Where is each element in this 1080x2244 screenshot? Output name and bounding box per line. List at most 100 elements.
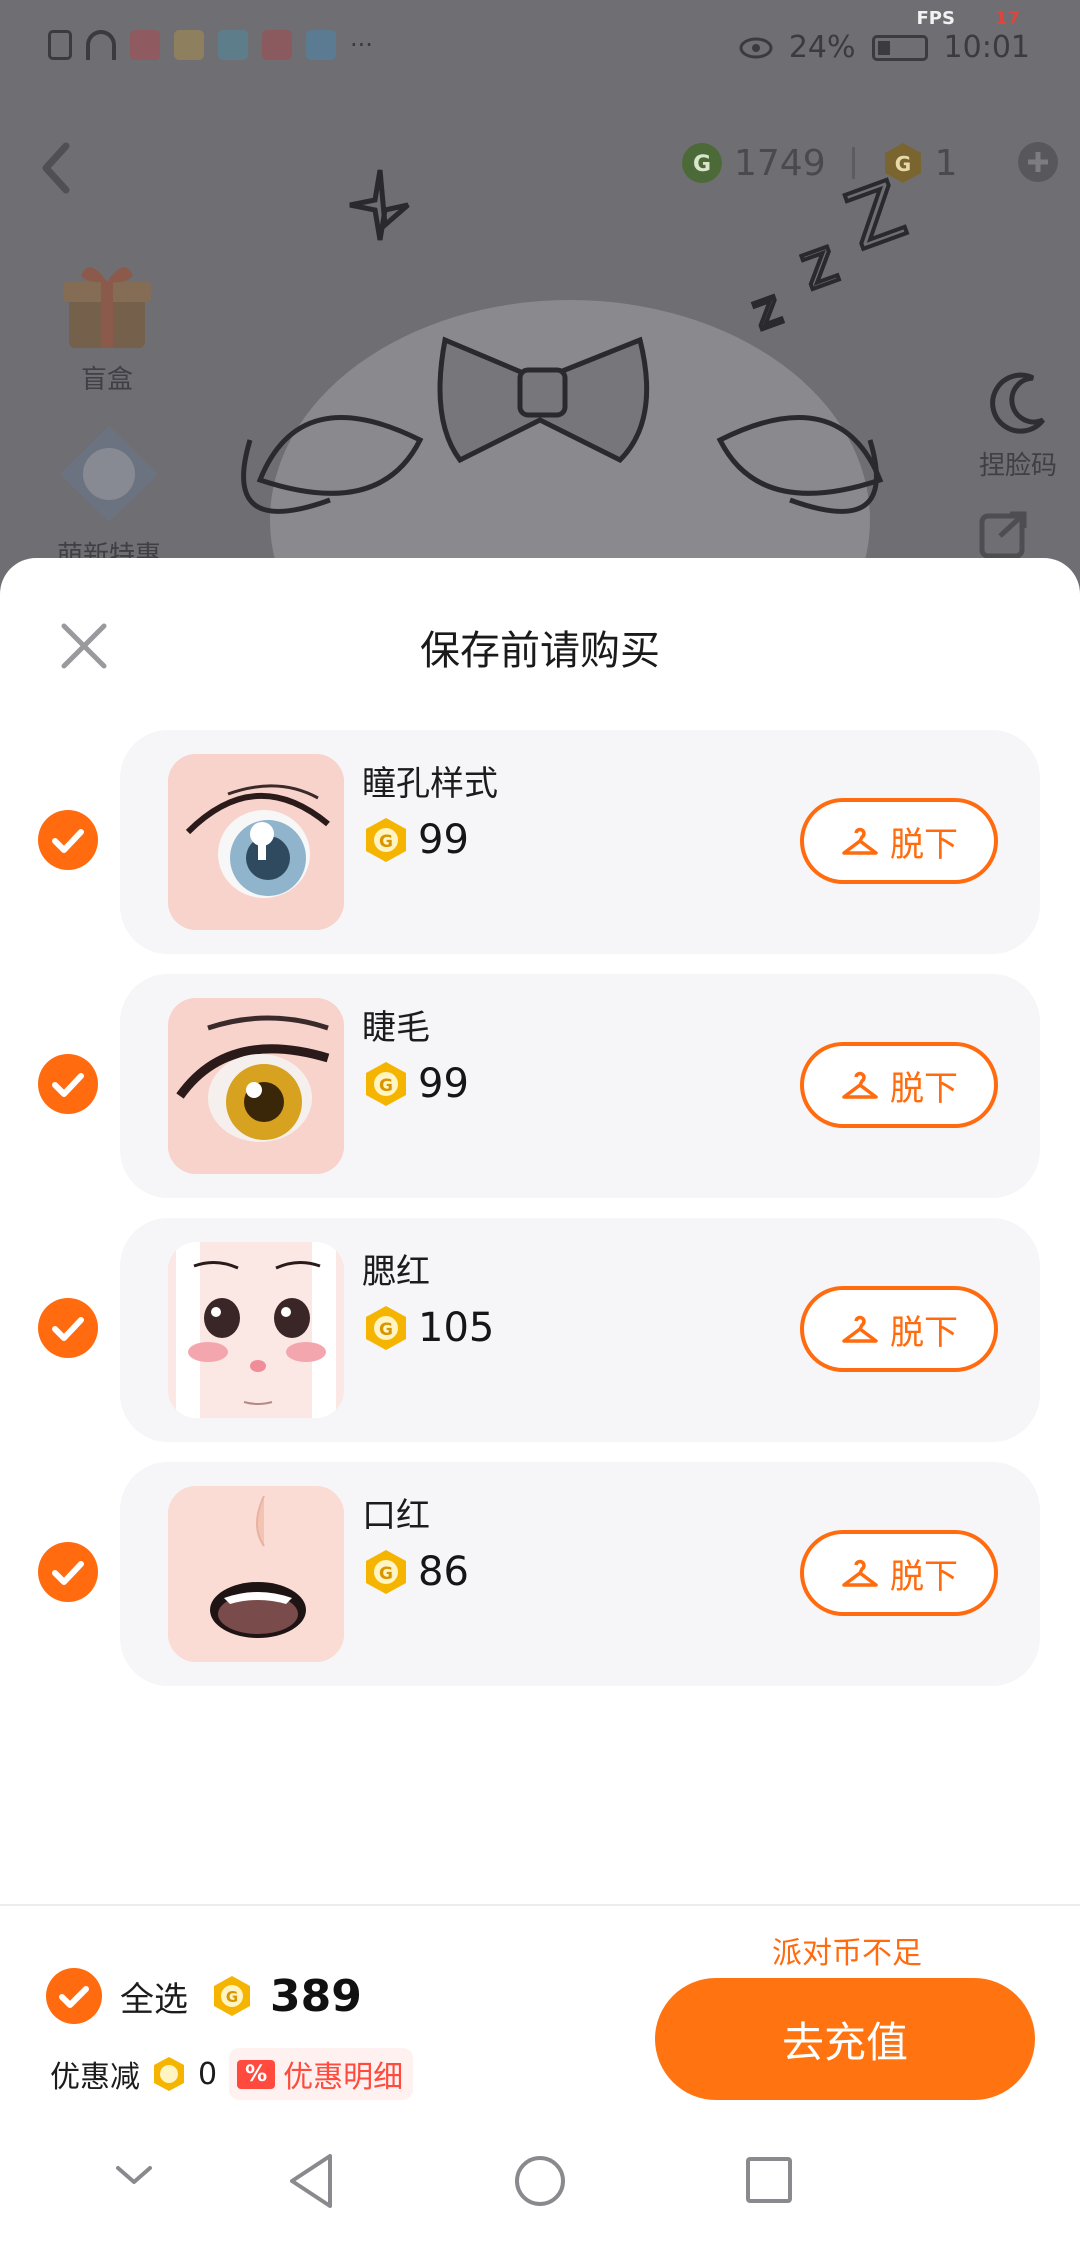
system-status: 24% 10:01 [739,30,1030,65]
footer-divider [0,1904,1080,1906]
lipstick-thumbnail [168,1486,344,1662]
share-icon[interactable] [978,506,1032,560]
checkmark-icon [59,1986,89,2008]
item-price-value: 99 [418,1061,469,1107]
item-price-value: 105 [418,1305,495,1351]
coin-icon: G [366,1550,406,1594]
battery-percent: 24% [788,30,856,65]
clock: 10:01 [943,30,1030,65]
notification-icons: ··· [48,30,373,60]
ticket-balance: 1 [934,142,958,184]
checkmark-icon [52,829,84,853]
plus-icon [1028,152,1048,172]
item-name: 口红 [362,1496,430,1536]
take-off-button[interactable]: 脱下 [800,1530,998,1616]
cart-item: 腮红 G 105 脱下 [0,1218,1080,1442]
promo-details-link[interactable]: % 优惠明细 [229,2048,414,2100]
item-card: 睫毛 G 99 脱下 [120,974,1040,1198]
coin-icon [154,2057,184,2091]
moon-icon [990,372,1045,434]
svg-text:G: G [379,1076,393,1096]
eye-icon [739,37,773,58]
eyelash-thumbnail [168,998,344,1174]
fps-label: FPS [916,8,955,29]
mic-icon [130,30,160,60]
back-arrow-icon[interactable] [36,138,76,198]
new-offer-entry[interactable]: 萌新特惠 [44,418,174,572]
svg-text:z: z [744,278,789,341]
coin-icon: G [366,1062,406,1106]
eye-pupil-thumbnail [168,754,344,930]
discount-label: 优惠减 [50,2060,140,2095]
pinch-code-entry[interactable]: 捏脸码 [958,368,1078,482]
take-off-label: 脱下 [890,824,958,865]
svg-text:G: G [894,152,910,176]
blind-box-entry[interactable]: 盲盒 [52,252,162,396]
take-off-button[interactable]: 脱下 [800,1042,998,1128]
item-name: 腮红 [362,1252,430,1292]
fps-value: 17 [994,8,1020,29]
battery-icon [871,34,928,61]
item-thumbnail [168,998,344,1174]
nav-recents-icon[interactable] [746,2157,792,2203]
hanger-icon [842,1071,878,1099]
take-off-button[interactable]: 脱下 [800,798,998,884]
item-checkbox[interactable] [38,1054,98,1114]
pinch-code-label: 捏脸码 [978,451,1057,481]
select-all-label: 全选 [120,1979,188,2020]
item-thumbnail [168,1486,344,1662]
nav-home-icon[interactable] [515,2156,565,2206]
cart-item: 睫毛 G 99 脱下 [0,974,1080,1198]
status-bar: FPS 17 ··· 24% 10:01 [0,0,1080,90]
app-icon [174,30,204,60]
item-card: 口红 G 86 脱下 [120,1462,1040,1686]
item-price-value: 86 [418,1549,469,1595]
item-price-value: 99 [418,817,469,863]
hanger-icon [842,827,878,855]
nav-back-icon[interactable] [290,2154,332,2208]
select-all-toggle[interactable]: 全选 G 389 [46,1968,362,2024]
fps-counter: FPS 17 [916,8,1020,29]
hanger-icon [842,1559,878,1587]
add-currency-button[interactable] [1018,142,1058,182]
item-price: G 99 [364,816,469,864]
svg-text:G: G [379,832,393,852]
coin-icon: G [682,143,722,183]
item-name: 睫毛 [362,1008,430,1048]
checkmark-icon [52,1561,84,1585]
cloud-icon [306,30,336,60]
cart-item: 口红 G 86 脱下 [0,1462,1080,1686]
nav-hide-icon[interactable] [116,2166,152,2184]
coin-balance: 1749 [734,142,826,184]
item-price: G 99 [364,1060,469,1108]
take-off-label: 脱下 [890,1312,958,1353]
item-checkbox[interactable] [38,810,98,870]
select-all-checkbox[interactable] [46,1968,102,2024]
take-off-label: 脱下 [890,1556,958,1597]
svg-text:G: G [226,1988,238,2006]
recharge-button[interactable]: 去充值 [655,1978,1035,2100]
cart-item: 瞳孔样式 G 99 脱下 [0,730,1080,954]
item-thumbnail [168,1242,344,1418]
more-icon: ··· [350,31,373,59]
item-thumbnail [168,754,344,930]
file-icon [48,30,72,60]
take-off-label: 脱下 [890,1068,958,1109]
wifi-icon [86,30,116,60]
coin-icon: G [366,1306,406,1350]
app-icon [218,30,248,60]
checkmark-icon [52,1073,84,1097]
total-price: 389 [270,1970,362,2022]
take-off-button[interactable]: 脱下 [800,1286,998,1372]
coin-icon: G [214,1976,250,2016]
blush-thumbnail [168,1242,344,1418]
currency-bar: G 1749 G 1 [680,138,958,188]
discount-value: 0 [198,2056,218,2092]
item-checkbox[interactable] [38,1542,98,1602]
svg-text:G: G [379,1320,393,1340]
system-nav-bar [116,2154,792,2208]
svg-text:z: z [790,224,847,305]
item-checkbox[interactable] [38,1298,98,1358]
promo-details-label: 优惠明细 [283,2060,404,2095]
item-card: 瞳孔样式 G 99 脱下 [120,730,1040,954]
